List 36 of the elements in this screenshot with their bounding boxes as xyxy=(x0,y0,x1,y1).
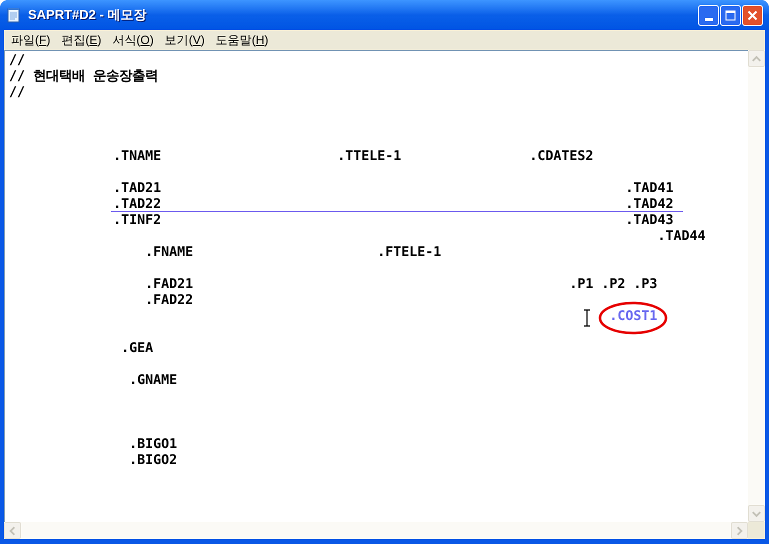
minimize-button[interactable] xyxy=(698,4,719,26)
vertical-scrollbar[interactable] xyxy=(748,50,765,522)
text-line: .FAD22 xyxy=(144,293,194,309)
horizontal-scrollbar[interactable] xyxy=(4,522,748,539)
text-line: // 현대택배 운송장출력 xyxy=(9,69,158,85)
scroll-arrow-button[interactable] xyxy=(748,50,765,67)
text-line: .BIGO2 xyxy=(128,453,178,469)
text-line: .BIGO1 xyxy=(128,437,178,453)
text-line: .GNAME xyxy=(128,373,178,389)
close-icon xyxy=(747,10,758,20)
window-title: SAPRT#D2 - 메모장 xyxy=(28,6,148,24)
text-line: .COST1 xyxy=(9,309,658,325)
menu-item[interactable]: 서식(O) xyxy=(107,31,159,49)
text-line: .TAD44 xyxy=(656,229,706,245)
text-line: .FNAME .FTELE-1 xyxy=(144,245,442,261)
notepad-icon xyxy=(6,7,22,23)
scroll-arrow-button[interactable] xyxy=(4,522,21,539)
text-line: .TAD22 .TAD42 xyxy=(9,197,674,213)
text-line: .GEA xyxy=(120,341,154,357)
text-line: // xyxy=(9,85,26,101)
text-line: // xyxy=(9,53,26,69)
scroll-arrow-button[interactable] xyxy=(748,505,765,522)
menu-item[interactable]: 보기(V) xyxy=(160,31,210,49)
text-line: .TNAME .TTELE-1 .CDATES2 xyxy=(112,149,594,165)
scroll-arrow-button[interactable] xyxy=(731,522,748,539)
text-line: .FAD21 .P1 .P2 .P3 xyxy=(144,277,658,293)
menu-item[interactable]: 파일(F) xyxy=(6,31,56,49)
menu-item[interactable]: 편집(E) xyxy=(56,31,106,49)
text-area[interactable]: // // 현대택배 운송장출력 // .TNAME .TTELE-1 .CDATES2 .TAD21 .TAD41 .TAD22 .TAD42 .TINF2 .TAD43 .TAD44 .FNAME .FTELE-1 .FAD21 .P1 .P2 .P3 .FAD22 .COST1 .GEA .GNAME .BIGO1 .BIGO2 xyxy=(4,50,748,522)
menu-item[interactable]: 도움말(H) xyxy=(210,31,274,49)
text-line: .TINF2 .TAD43 xyxy=(112,213,674,229)
maximize-button[interactable] xyxy=(720,4,741,26)
maximize-icon xyxy=(725,10,736,20)
minimize-icon xyxy=(704,18,712,20)
close-button[interactable] xyxy=(742,4,763,26)
text-line: .TAD21 .TAD41 xyxy=(112,181,674,197)
